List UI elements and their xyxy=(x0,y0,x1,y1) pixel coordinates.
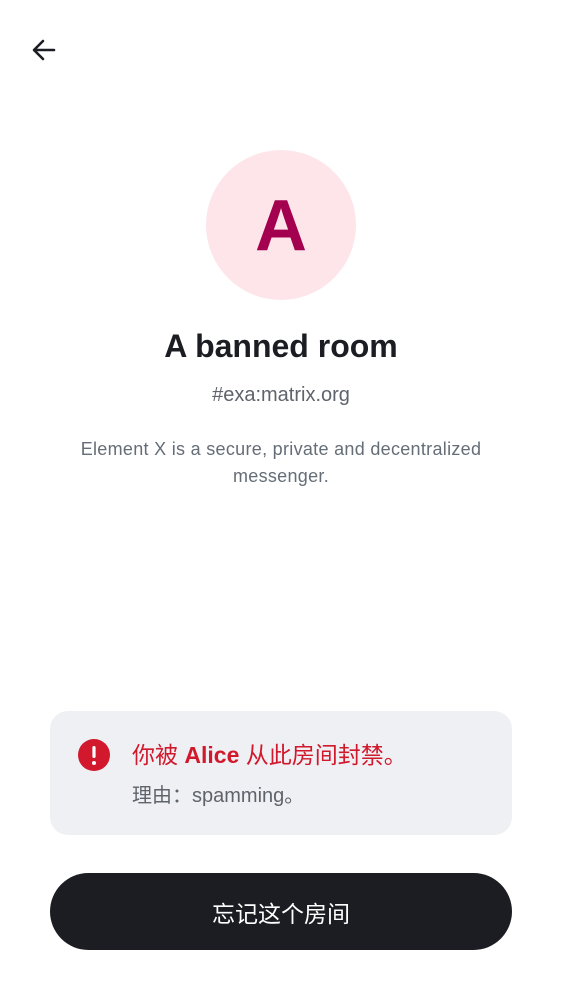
room-avatar: A xyxy=(206,150,356,300)
avatar-initial: A xyxy=(255,186,307,266)
arrow-left-icon xyxy=(32,39,56,61)
forget-room-button[interactable]: 忘记这个房间 xyxy=(50,873,512,950)
room-name: A banned room xyxy=(164,328,398,364)
ban-message-prefix: 你被 xyxy=(132,742,185,768)
ban-notice-card: 你被 Alice 从此房间封禁。 理由：spamming。 xyxy=(50,711,512,835)
ban-message-suffix: 从此房间封禁。 xyxy=(239,742,407,768)
error-icon xyxy=(78,739,110,771)
room-alias: #exa:matrix.org xyxy=(212,384,350,406)
banned-by-name: Alice xyxy=(184,742,240,768)
back-button[interactable] xyxy=(22,30,66,70)
forget-room-label: 忘记这个房间 xyxy=(212,900,350,927)
ban-message: 你被 Alice 从此房间封禁。 xyxy=(132,739,496,771)
ban-reason: 理由：spamming。 xyxy=(132,785,305,807)
room-topic: Element X is a secure, private and decen… xyxy=(80,439,482,486)
